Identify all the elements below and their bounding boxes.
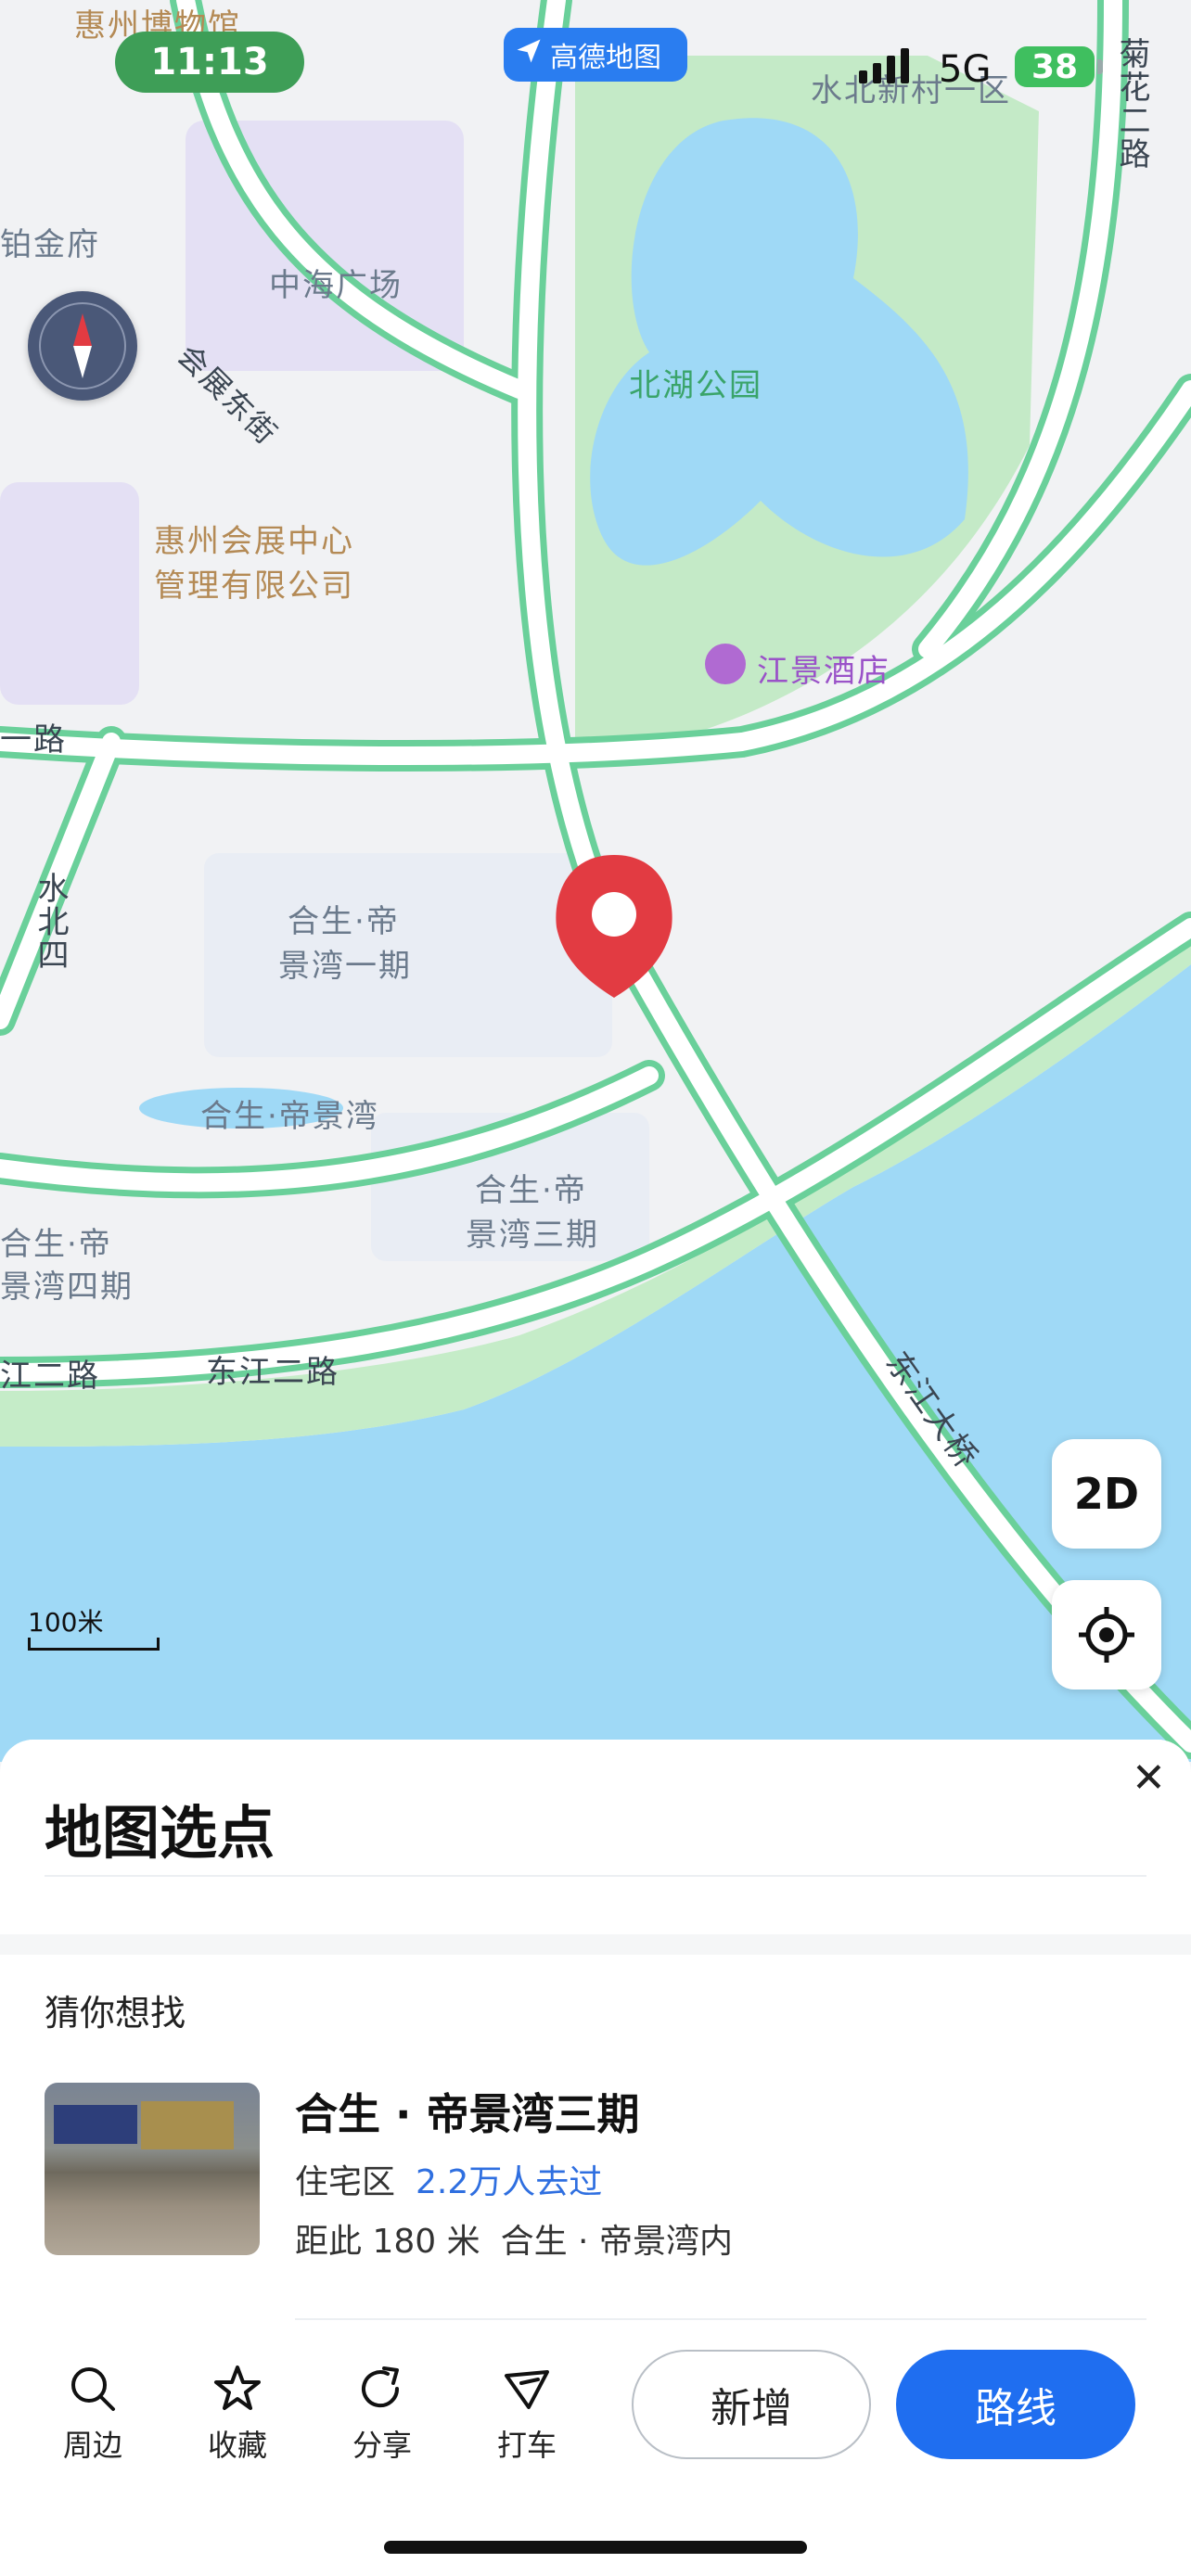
map-canvas[interactable] [0, 0, 1191, 1762]
paper-plane-icon [515, 37, 543, 72]
view-2d-button[interactable]: 2D [1052, 1439, 1161, 1549]
poi-thumbnail[interactable] [45, 2083, 260, 2255]
favorite-label: 收藏 [207, 2428, 267, 2463]
locate-me-button[interactable] [1052, 1580, 1161, 1690]
taxi-label: 打车 [496, 2428, 557, 2463]
map-label-hesheng-1b: 景湾一期 [278, 948, 412, 985]
map-label-beihu-park[interactable]: 北湖公园 [629, 360, 762, 405]
home-indicator[interactable] [384, 2541, 807, 2554]
map-label-shuibei-road: 水北四 [32, 872, 69, 972]
hotel-marker-icon [705, 644, 746, 684]
map-label-hesheng-3[interactable]: 合生·帝 [475, 1165, 587, 1210]
scale-bar [28, 1638, 160, 1651]
share-icon [362, 2366, 400, 2408]
map-label-jiangjing-hotel[interactable]: 江景酒店 [757, 645, 890, 691]
status-time: 11:13 [115, 32, 304, 93]
close-icon[interactable]: ✕ [1132, 1754, 1166, 1802]
share-label: 分享 [352, 2428, 412, 2463]
map-label-hesheng-4[interactable]: 合生·帝 [0, 1218, 112, 1264]
taxi-icon [505, 2370, 549, 2409]
cellular-signal-icon [859, 48, 909, 83]
divider [45, 1875, 1146, 1877]
amap-badge-label: 高德地图 [550, 42, 661, 74]
nearby-label: 周边 [62, 2428, 122, 2463]
storefront-sign [54, 2105, 137, 2144]
map-label-hesheng-3b: 景湾三期 [466, 1217, 599, 1254]
suggestion-heading: 猜你想找 [45, 1993, 186, 2034]
battery-indicator: 38 [1015, 46, 1095, 87]
taxi-button[interactable]: 打车 [471, 2363, 583, 2465]
map-label-zhonghai[interactable]: 中海广场 [269, 260, 403, 305]
map-label-dongjiang-road-left: 江二路 [0, 1358, 100, 1395]
poi-category: 住宅区 [295, 2163, 396, 2201]
divider [295, 2318, 1146, 2320]
map-label-hesheng-main[interactable]: 合生·帝景湾 [200, 1090, 379, 1136]
map-label-hesheng-4b: 景湾四期 [0, 1269, 134, 1306]
bottom-sheet: 地图选点 ✕ 猜你想找 合生 · 帝景湾三期 住宅区 2.2万人去过 距此 18… [0, 1740, 1191, 2576]
amap-badge[interactable]: 高德地图 [504, 28, 687, 82]
battery-tip-icon [1097, 59, 1103, 74]
compass-button[interactable] [28, 291, 137, 401]
map-label-juhua-road: 菊花二路 [1113, 37, 1150, 171]
favorite-button[interactable]: 收藏 [182, 2363, 293, 2465]
route-button[interactable]: 路线 [896, 2350, 1135, 2459]
sheet-title: 地图选点 [45, 1799, 275, 1867]
poi-area: 合生 · 帝景湾内 [500, 2223, 733, 2261]
compass-icon [39, 302, 126, 389]
nearby-button[interactable]: 周边 [37, 2363, 148, 2465]
storefront-sign [141, 2101, 234, 2149]
suggestion-section: 猜你想找 合生 · 帝景湾三期 住宅区 2.2万人去过 距此 180 米 合生 … [0, 1955, 1191, 2326]
poi-name[interactable]: 合生 · 帝景湾三期 [295, 2081, 640, 2142]
search-icon [71, 2367, 115, 2411]
map-label-expo-center[interactable]: 惠州会展中心 [154, 516, 354, 561]
scale-label: 100米 [28, 1607, 104, 1638]
add-button[interactable]: 新增 [632, 2350, 871, 2459]
star-icon [214, 2366, 261, 2410]
poi-visits: 2.2万人去过 [416, 2163, 603, 2201]
map-label-hesheng-1[interactable]: 合生·帝 [288, 896, 400, 941]
poi-distance: 距此 180 米 [295, 2223, 480, 2261]
sheet-header: 地图选点 ✕ [0, 1740, 1191, 1934]
share-button[interactable]: 分享 [327, 2363, 438, 2465]
bottom-toolbar: 周边 收藏 分享 打车 新增 路线 [0, 2326, 1191, 2576]
network-type: 5G [939, 48, 992, 91]
map-label-bojin[interactable]: 铂金府 [0, 219, 100, 264]
poi-meta: 住宅区 2.2万人去过 [295, 2155, 602, 2203]
poi-location: 距此 180 米 合生 · 帝景湾内 [295, 2214, 733, 2263]
crosshair-icon [1079, 1607, 1134, 1663]
map-label-expo-center-2: 管理有限公司 [154, 567, 354, 605]
map-label-dongjiang-road: 东江二路 [206, 1354, 339, 1391]
map-label-yi-road: 一路 [0, 721, 67, 759]
